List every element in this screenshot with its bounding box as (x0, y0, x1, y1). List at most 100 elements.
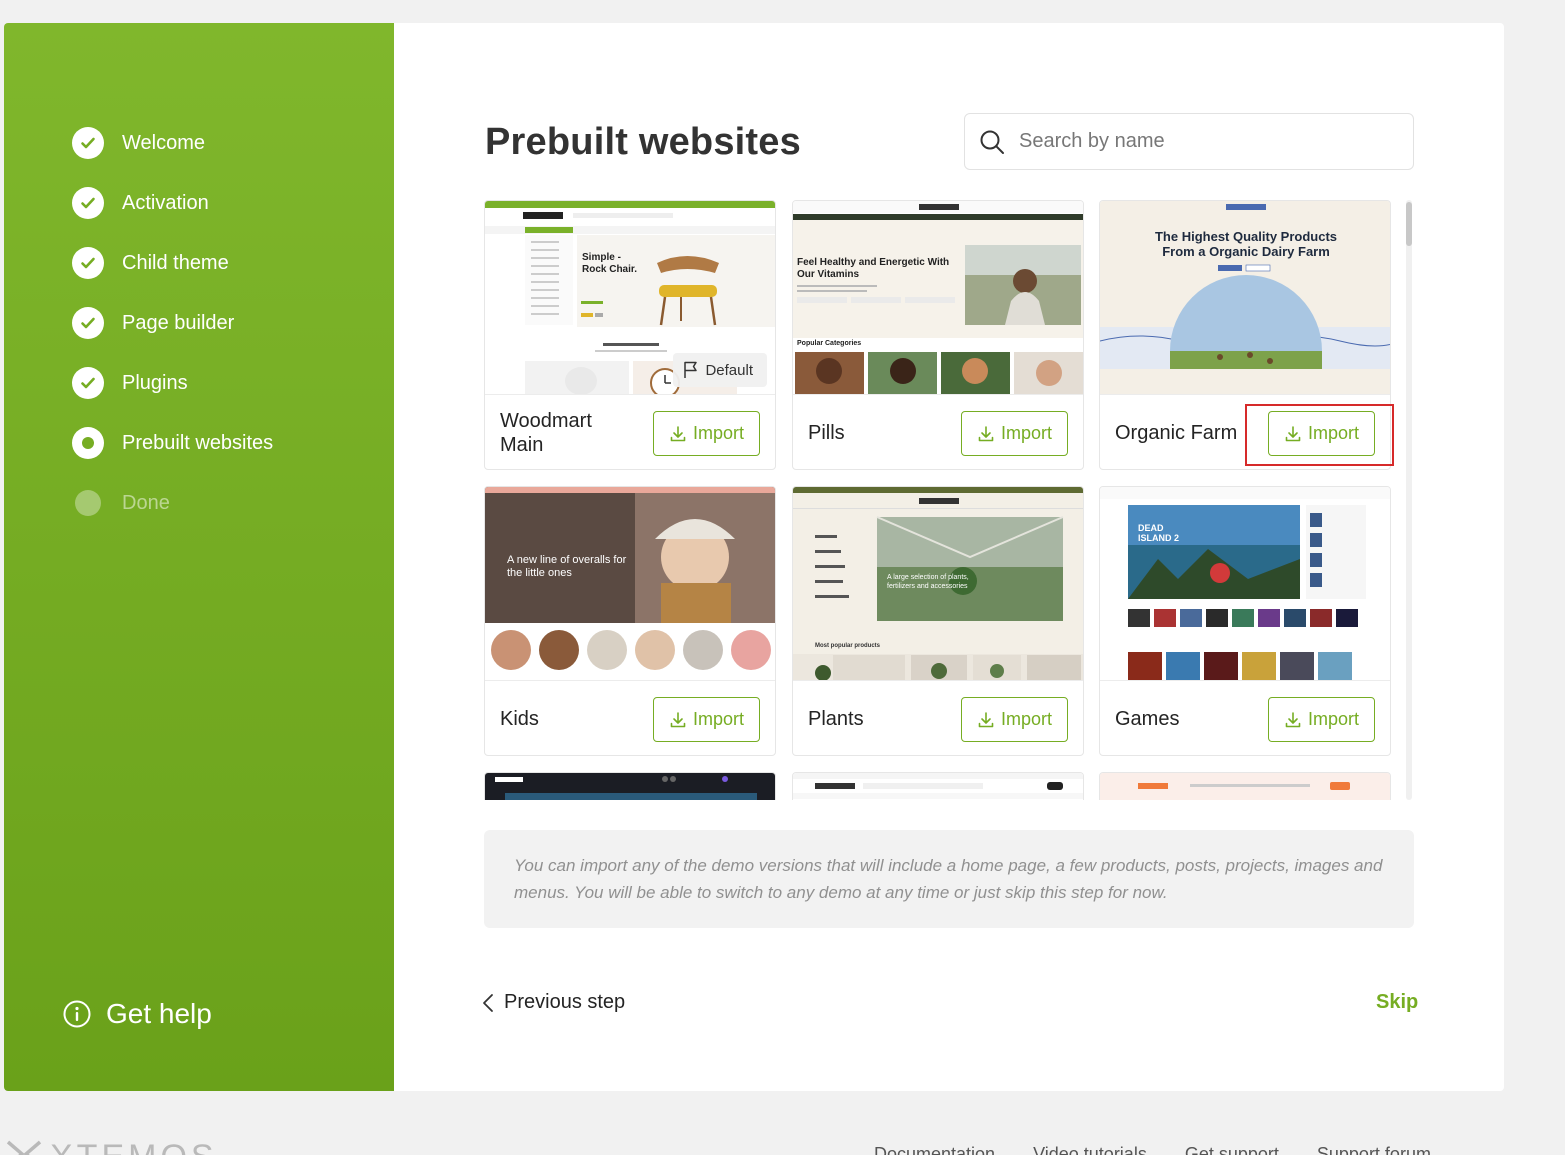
search-input[interactable] (1019, 130, 1399, 153)
previous-step-label: Previous step (504, 991, 626, 1013)
thumb-sub-text: Popular Categories (797, 340, 862, 347)
demo-card-woodmart-main: Simple - Rock Chair. Default Woodmart Ma… (484, 200, 776, 470)
demo-thumbnail[interactable]: A large selection of plants, fertilizers… (793, 487, 1083, 680)
step-label: Plugins (122, 371, 188, 394)
demo-thumbnail[interactable]: Feel Healthy and Energetic With Our Vita… (793, 201, 1083, 394)
import-label: Import (1307, 709, 1359, 729)
thumb-hero-text: The Highest Quality Products From a Orga… (1154, 229, 1338, 259)
info-note: You can import any of the demo versions … (484, 830, 1414, 928)
scrollbar-thumb[interactable] (1406, 202, 1412, 246)
check-icon (72, 307, 104, 339)
import-label: Import (692, 423, 744, 443)
step-done: Done (72, 473, 273, 533)
flag-icon (684, 361, 698, 378)
demo-grid: Simple - Rock Chair. Default Woodmart Ma… (484, 200, 1392, 800)
step-label: Child theme (122, 251, 229, 274)
demo-card-partial (1099, 772, 1391, 800)
check-icon (72, 127, 104, 159)
thumb-hero-text: Simple - Rock Chair. (582, 252, 638, 275)
thumb-hero-text: DEAD ISLAND 2 (1138, 523, 1180, 543)
demo-thumbnail[interactable]: A new line of overalls for the little on… (485, 487, 775, 680)
demo-thumbnail[interactable]: The Highest Quality Products From a Orga… (1100, 201, 1390, 394)
check-icon (72, 187, 104, 219)
demo-card-kids: A new line of overalls for the little on… (484, 486, 776, 756)
footer-link-get-support[interactable]: Get support (1185, 1144, 1279, 1155)
import-label: Import (1000, 709, 1052, 729)
check-icon (72, 367, 104, 399)
demo-card-partial (484, 772, 776, 800)
import-highlight-box (1245, 404, 1394, 466)
demo-name: Pills (808, 422, 845, 444)
card-footer: Woodmart Main Import (485, 394, 775, 469)
demo-card-partial (792, 772, 1084, 800)
thumb-hero-text: Feel Healthy and Energetic With Our Vita… (797, 257, 950, 280)
download-icon (670, 425, 686, 441)
download-icon (978, 711, 994, 727)
download-icon (978, 425, 994, 441)
search-icon (980, 130, 1004, 154)
setup-wizard: Welcome Activation Child theme Page buil… (4, 23, 1504, 1091)
card-footer: Kids Import (485, 680, 775, 755)
import-button-plants[interactable]: Import (961, 697, 1068, 742)
wizard-content: Prebuilt websites Search by name Simple … (394, 23, 1504, 1091)
thumb-sub-text: Most popular products (815, 643, 880, 649)
skip-button[interactable]: Skip (1376, 991, 1418, 1014)
demo-thumbnail[interactable] (485, 773, 775, 800)
default-label: Default (705, 361, 753, 379)
footer-link-video-tutorials[interactable]: Video tutorials (1033, 1144, 1147, 1155)
pending-step-icon (75, 490, 101, 516)
step-label: Prebuilt websites (122, 431, 274, 454)
import-label: Import (1000, 423, 1052, 443)
check-icon (72, 247, 104, 279)
demo-name: Games (1115, 708, 1180, 730)
step-page-builder[interactable]: Page builder (72, 293, 273, 353)
demo-thumbnail[interactable]: Simple - Rock Chair. Default (485, 201, 775, 394)
demo-card-games: DEAD ISLAND 2 Games Import (1099, 486, 1391, 756)
step-label: Activation (122, 191, 209, 214)
previous-step-button[interactable]: Previous step (482, 991, 625, 1014)
search-box[interactable] (964, 113, 1414, 170)
import-button-woodmart-main[interactable]: Import (653, 411, 760, 456)
default-badge: Default (673, 353, 767, 387)
step-list: Welcome Activation Child theme Page buil… (72, 113, 273, 533)
footer-link-support-forum[interactable]: Support forum (1317, 1144, 1431, 1155)
get-help-label: Get help (106, 998, 212, 1029)
footer-link-documentation[interactable]: Documentation (874, 1144, 995, 1155)
step-welcome[interactable]: Welcome (72, 113, 273, 173)
download-icon (1285, 711, 1301, 727)
demo-card-plants: A large selection of plants, fertilizers… (792, 486, 1084, 756)
demo-thumbnail[interactable] (1100, 773, 1390, 800)
logo-text: XTEMOS (50, 1138, 218, 1155)
step-child-theme[interactable]: Child theme (72, 233, 273, 293)
step-label: Welcome (122, 131, 205, 154)
footer-links: Documentation Video tutorials Get suppor… (874, 1144, 1431, 1155)
info-icon (63, 1000, 91, 1028)
get-help-link[interactable]: Get help (62, 998, 212, 1030)
download-icon (670, 711, 686, 727)
demo-thumbnail[interactable] (793, 773, 1083, 800)
demo-name: Woodmart Main (500, 410, 592, 456)
card-footer: Plants Import (793, 680, 1083, 755)
wizard-sidebar: Welcome Activation Child theme Page buil… (4, 23, 394, 1091)
import-button-games[interactable]: Import (1268, 697, 1375, 742)
demo-name: Organic Farm (1115, 422, 1238, 444)
page-title: Prebuilt websites (485, 121, 801, 163)
thumb-hero-text: A large selection of plants, fertilizers… (887, 574, 969, 590)
demo-name: Kids (500, 708, 539, 730)
xtemos-logo-icon (6, 1140, 42, 1155)
step-label: Page builder (122, 311, 235, 334)
card-footer: Pills Import (793, 394, 1083, 469)
demo-thumbnail[interactable]: DEAD ISLAND 2 (1100, 487, 1390, 680)
import-button-pills[interactable]: Import (961, 411, 1068, 456)
current-step-icon (72, 427, 104, 459)
step-plugins[interactable]: Plugins (72, 353, 273, 413)
chevron-left-icon (483, 993, 493, 1012)
grid-scrollbar[interactable] (1406, 200, 1412, 800)
demo-card-pills: Feel Healthy and Energetic With Our Vita… (792, 200, 1084, 470)
page-footer: XTEMOS Documentation Video tutorials Get… (0, 1130, 1565, 1155)
xtemos-logo[interactable]: XTEMOS (6, 1138, 218, 1155)
thumb-hero-text: A new line of overalls for the little on… (507, 554, 627, 579)
step-prebuilt-websites[interactable]: Prebuilt websites (72, 413, 273, 473)
import-button-kids[interactable]: Import (653, 697, 760, 742)
step-activation[interactable]: Activation (72, 173, 273, 233)
